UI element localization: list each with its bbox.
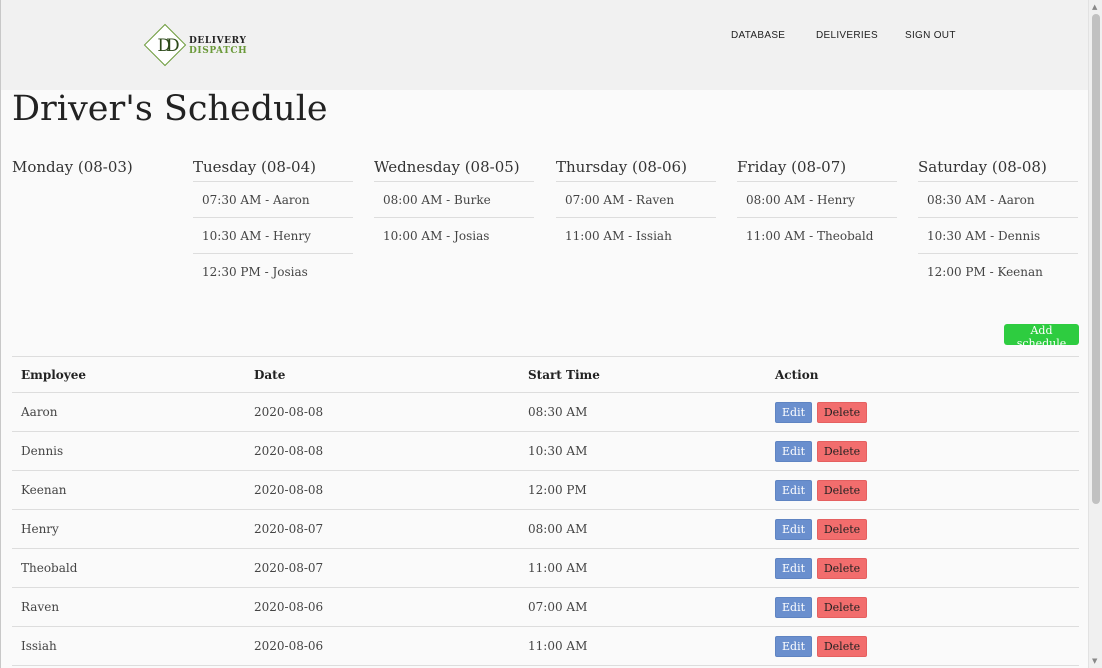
cell-date: 2020-08-08: [245, 392, 519, 432]
table-row: Keenan 2020-08-08 12:00 PM Edit Delete: [12, 470, 1079, 510]
header-employee: Employee: [12, 356, 245, 393]
delete-button[interactable]: Delete: [816, 596, 868, 618]
cell-date: 2020-08-07: [245, 548, 519, 588]
schedule-slot: 08:00 AM - Henry: [737, 182, 897, 218]
nav-database[interactable]: DATABASE: [731, 30, 785, 41]
table-row: Theobald 2020-08-07 11:00 AM Edit Delete: [12, 548, 1079, 588]
delete-button[interactable]: Delete: [816, 518, 868, 540]
schedule-slot: 10:30 AM - Dennis: [918, 218, 1078, 254]
header-date: Date: [245, 356, 519, 393]
cell-start-time: 12:00 PM: [519, 470, 766, 510]
cell-action: Edit Delete: [766, 626, 1079, 666]
header-action: Action: [766, 356, 1079, 393]
delete-button[interactable]: Delete: [816, 401, 868, 423]
header-start-time: Start Time: [519, 356, 766, 393]
scroll-thumb[interactable]: [1092, 14, 1100, 504]
page-title: Driver's Schedule: [12, 89, 328, 129]
edit-button[interactable]: Edit: [775, 401, 813, 423]
day-column-tuesday: Tuesday (08-04) 07:30 AM - Aaron 10:30 A…: [193, 158, 353, 290]
edit-button[interactable]: Edit: [775, 518, 813, 540]
cell-employee: Aaron: [12, 392, 245, 432]
cell-employee: Keenan: [12, 470, 245, 510]
schedule-slot: 10:30 AM - Henry: [193, 218, 353, 254]
page-scrollbar[interactable]: ▲ ▼: [1088, 0, 1102, 668]
delete-button[interactable]: Delete: [816, 440, 868, 462]
delete-button[interactable]: Delete: [816, 635, 868, 657]
cell-action: Edit Delete: [766, 509, 1079, 549]
table-row: Dennis 2020-08-08 10:30 AM Edit Delete: [12, 431, 1079, 471]
table-row: Issiah 2020-08-06 11:00 AM Edit Delete: [12, 626, 1079, 666]
schedule-table: Employee Date Start Time Action Aaron 20…: [12, 356, 1079, 666]
cell-date: 2020-08-06: [245, 587, 519, 627]
table-row: Henry 2020-08-07 08:00 AM Edit Delete: [12, 509, 1079, 549]
cell-employee: Raven: [12, 587, 245, 627]
cell-start-time: 07:00 AM: [519, 587, 766, 627]
add-schedule-button[interactable]: Add schedule: [1004, 324, 1079, 350]
table-row: Aaron 2020-08-08 08:30 AM Edit Delete: [12, 392, 1079, 432]
edit-button[interactable]: Edit: [775, 479, 813, 501]
schedule-slot: 10:00 AM - Josias: [383, 229, 490, 243]
cell-employee: Issiah: [12, 626, 245, 666]
schedule-slot: 12:00 PM - Keenan: [927, 265, 1043, 279]
cell-employee: Henry: [12, 509, 245, 549]
cell-action: Edit Delete: [766, 548, 1079, 588]
cell-employee: Theobald: [12, 548, 245, 588]
table-header-row: Employee Date Start Time Action: [12, 356, 1079, 393]
cell-action: Edit Delete: [766, 392, 1079, 432]
logo-text-dispatch: DISPATCH: [189, 46, 248, 56]
day-column-friday: Friday (08-07) 08:00 AM - Henry 11:00 AM…: [737, 158, 897, 254]
brand-logo[interactable]: DD DELIVERY DISPATCH: [143, 23, 255, 69]
day-column-thursday: Thursday (08-06) 07:00 AM - Raven 11:00 …: [556, 158, 716, 254]
day-column-wednesday: Wednesday (08-05) 08:00 AM - Burke 10:00…: [374, 158, 534, 254]
day-title: Saturday (08-08): [918, 158, 1078, 182]
schedule-slot: 11:00 AM - Issiah: [565, 229, 672, 243]
schedule-slot: 11:00 AM - Theobald: [746, 229, 874, 243]
schedule-slot: 08:30 AM - Aaron: [918, 182, 1078, 218]
cell-action: Edit Delete: [766, 470, 1079, 510]
scroll-down-icon[interactable]: ▼: [1092, 657, 1097, 665]
edit-button[interactable]: Edit: [775, 635, 813, 657]
header-bar: DD DELIVERY DISPATCH DATABASE DELIVERIES…: [1, 0, 1089, 90]
edit-button[interactable]: Edit: [775, 440, 813, 462]
cell-date: 2020-08-08: [245, 431, 519, 471]
day-title: Friday (08-07): [737, 158, 897, 182]
table-row: Raven 2020-08-06 07:00 AM Edit Delete: [12, 587, 1079, 627]
schedule-slot: 07:00 AM - Raven: [556, 182, 716, 218]
schedule-slot: 08:00 AM - Burke: [374, 182, 534, 218]
cell-action: Edit Delete: [766, 587, 1079, 627]
nav-sign-out[interactable]: SIGN OUT: [905, 30, 956, 41]
delete-button[interactable]: Delete: [816, 479, 868, 501]
edit-button[interactable]: Edit: [775, 557, 813, 579]
day-title: Tuesday (08-04): [193, 158, 353, 182]
cell-start-time: 08:30 AM: [519, 392, 766, 432]
cell-action: Edit Delete: [766, 431, 1079, 471]
cell-start-time: 11:00 AM: [519, 548, 766, 588]
cell-date: 2020-08-07: [245, 509, 519, 549]
scroll-up-icon[interactable]: ▲: [1092, 3, 1097, 11]
cell-start-time: 11:00 AM: [519, 626, 766, 666]
logo-monogram: DD: [157, 36, 179, 56]
logo-text-delivery: DELIVERY: [189, 36, 247, 46]
schedule-slot: 07:30 AM - Aaron: [193, 182, 353, 218]
nav-deliveries[interactable]: DELIVERIES: [816, 30, 878, 41]
day-title: Thursday (08-06): [556, 158, 716, 182]
edit-button[interactable]: Edit: [775, 596, 813, 618]
schedule-slot: 12:30 PM - Josias: [202, 265, 308, 279]
day-column-monday: Monday (08-03): [12, 158, 172, 182]
cell-employee: Dennis: [12, 431, 245, 471]
day-title: Monday (08-03): [12, 158, 133, 176]
cell-date: 2020-08-06: [245, 626, 519, 666]
cell-date: 2020-08-08: [245, 470, 519, 510]
day-column-saturday: Saturday (08-08) 08:30 AM - Aaron 10:30 …: [918, 158, 1078, 290]
delete-button[interactable]: Delete: [816, 557, 868, 579]
cell-start-time: 10:30 AM: [519, 431, 766, 471]
cell-start-time: 08:00 AM: [519, 509, 766, 549]
day-title: Wednesday (08-05): [374, 158, 534, 182]
